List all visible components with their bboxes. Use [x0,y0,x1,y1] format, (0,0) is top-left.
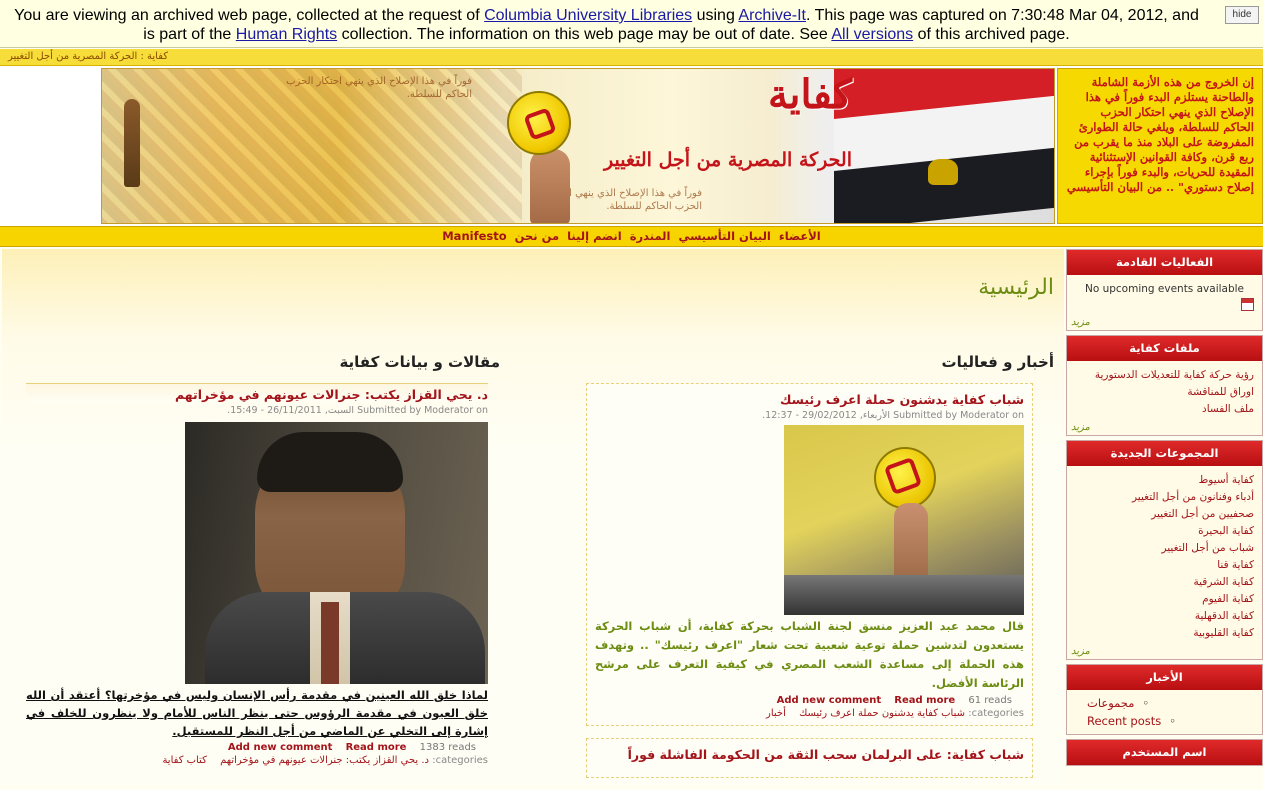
sidebar-link[interactable]: أدباء وفنانون من أجل التغيير [1075,489,1254,506]
all-versions-link[interactable]: All versions [831,26,913,43]
site-logo: كفاية [767,71,852,118]
block-title: الأخبار [1067,665,1262,690]
archive-it-link[interactable]: Archive-It [738,7,806,24]
page-title: الرئيسية [978,275,1054,300]
more-link[interactable]: مزيد [1067,422,1262,435]
login-block: اسم المستخدم [1066,739,1263,766]
groups-block: المجموعات الجديدة كفاية أسيوط أدباء وفنا… [1066,440,1263,660]
more-link[interactable]: مزيد [1067,317,1262,330]
sidebar-link[interactable]: ملف الفساد [1075,401,1254,418]
manifesto-quote: إن الخروج من هذه الأزمة الشاملة والطاحنة… [1057,68,1263,224]
breadcrumb: كفاية : الحركة المصرية من أجل التغيير [0,49,1263,66]
articles-column: د. يحي القزاز يكتب: جنرالات عيونهم في مؤ… [26,383,488,766]
categories-label: categories: [968,708,1024,719]
news-title[interactable]: شباب كفاية يدشنون حملة اعرف رئيسك [595,392,1024,407]
recent-posts-link[interactable]: Recent posts [1087,714,1161,728]
nav-link-members[interactable]: الأعضاء [779,229,821,243]
archive-text: of this archived page. [913,26,1070,43]
category-link[interactable]: أخبار [766,708,786,719]
nav-link-forum[interactable]: المندرة [630,229,671,243]
sidebar-link[interactable]: رؤية حركة كفاية للتعديلات الدستورية [1075,367,1254,384]
sidebar-link[interactable]: كفاية أسيوط [1075,472,1254,489]
more-link[interactable]: مزيد [1067,646,1262,659]
groups-link[interactable]: مجموعات [1087,696,1134,710]
article-photo[interactable] [185,422,488,684]
nav-link-founding-statement[interactable]: البيان التأسيسي [678,229,770,243]
kefaya-badge-icon [507,91,571,155]
banner-faint-text: فوراً في هذا الإصلاح الذي ينهي احتكار ال… [286,76,472,100]
news-photo[interactable] [784,425,1024,615]
sidebar-link[interactable]: كفاية القليوبية [1075,625,1254,642]
sidebar-link[interactable]: كفاية قنا [1075,557,1254,574]
header-banner[interactable]: فوراً في هذا الإصلاح الذي ينهي احتكار ال… [101,68,1055,224]
site-header: فوراً في هذا الإصلاح الذي ينهي احتكار ال… [0,66,1263,226]
archive-text: collection. The information on this web … [337,26,832,43]
read-more-link[interactable]: Read more [894,695,955,706]
archive-text: You are viewing an archived web page, co… [14,7,485,24]
news-column: شباب كفاية يدشنون حملة اعرف رئيسك Submit… [586,383,1033,790]
category-link[interactable]: شباب كفاية يدشنون حملة اعرف رئيسك [799,708,965,719]
block-title: ملفات كفاية [1067,336,1262,361]
news-nav-list: مجموعات Recent posts [1067,690,1262,734]
category-link[interactable]: كتاب كفاية [162,755,206,766]
sidebar-link[interactable]: كفاية الفيوم [1075,591,1254,608]
archive-text: using [692,7,739,24]
files-block: ملفات كفاية رؤية حركة كفاية للتعديلات ال… [1066,335,1263,436]
article-summary: لماذا خلق الله العينين في مقدمة رأس الإن… [26,688,488,738]
news-title[interactable]: شباب كفاية: على البرلمان سحب الثقة من ال… [595,747,1024,762]
hide-button[interactable]: hide [1225,6,1259,24]
raised-hand [530,149,570,223]
article-title[interactable]: د. يحي القزاز يكتب: جنرالات عيونهم في مؤ… [26,383,488,402]
breadcrumb-link[interactable]: كفاية : الحركة المصرية من أجل التغيير [8,51,168,62]
article-links: Add new comment Read more 1383 reads [26,742,488,753]
site-slogan: الحركة المصرية من أجل التغيير [604,149,852,171]
add-comment-link[interactable]: Add new comment [777,695,881,706]
no-events-text: No upcoming events available [1084,283,1245,295]
add-comment-link[interactable]: Add new comment [228,742,332,753]
statue-figure [124,99,140,187]
news-item: شباب كفاية يدشنون حملة اعرف رئيسك Submit… [586,383,1033,726]
sidebar-link[interactable]: كفاية الشرقية [1075,574,1255,591]
archive-notice-bar: You are viewing an archived web page, co… [0,0,1263,48]
calendar-icon[interactable] [1241,298,1254,311]
columbia-link[interactable]: Columbia University Libraries [484,7,692,24]
nav-link-manifesto[interactable]: Manifesto [442,229,506,243]
main-content: الرئيسية أخبار و فعاليات مقالات و بيانات… [2,249,1064,785]
news-meta: Submitted by Moderator on الأربعاء, 29/0… [762,410,1024,421]
sidebar-link[interactable]: كفاية البحيرة [1075,523,1254,540]
right-sidebar: الفعاليات القادمة No upcoming events ava… [1066,249,1263,785]
events-body: No upcoming events available [1067,275,1262,317]
nav-link-about[interactable]: من نحن [515,229,559,243]
files-list: رؤية حركة كفاية للتعديلات الدستورية اورا… [1067,361,1262,422]
events-block: الفعاليات القادمة No upcoming events ava… [1066,249,1263,331]
groups-list: كفاية أسيوط أدباء وفنانون من أجل التغيير… [1067,466,1262,646]
eagle-icon [928,159,958,185]
read-count: 1383 reads [419,742,476,753]
list-item: Recent posts [1087,712,1254,730]
news-heading: أخبار و فعاليات [941,353,1055,371]
sidebar-link[interactable]: صحفيين من أجل التغيير [1075,506,1254,523]
human-rights-link[interactable]: Human Rights [236,26,337,43]
primary-nav: Manifesto الأعضاء البيان التأسيسي المندر… [0,226,1263,247]
article-categories: categories: د. يحي القزاز يكتب: جنرالات … [26,755,488,766]
category-link[interactable]: د. يحي القزاز يكتب: جنرالات عيونهم في مؤ… [220,755,429,766]
sidebar-link[interactable]: شباب من أجل التغيير [1075,540,1254,557]
news-summary: قال محمد عبد العزيز منسق لجنة الشباب بحر… [595,619,1024,690]
block-title: المجموعات الجديدة [1067,441,1262,466]
block-title: اسم المستخدم [1067,740,1262,765]
read-more-link[interactable]: Read more [346,742,407,753]
categories-label: categories: [432,755,488,766]
block-title: الفعاليات القادمة [1067,250,1262,275]
news-item: شباب كفاية: على البرلمان سحب الثقة من ال… [586,738,1033,778]
sidebar-link[interactable]: كفاية الدقهلية [1075,608,1254,625]
news-links: Add new comment Read more 61 reads [595,695,1024,706]
nav-link-join[interactable]: انضم إلينا [567,229,622,243]
news-categories: categories: شباب كفاية يدشنون حملة اعرف … [595,708,1024,719]
sidebar-link[interactable]: اوراق للمناقشة [1075,384,1254,401]
read-count: 61 reads [968,695,1012,706]
list-item: مجموعات [1087,694,1254,712]
article-meta: Submitted by Moderator on السبت, 26/11/2… [227,405,488,416]
articles-heading: مقالات و بيانات كفاية [339,353,500,371]
news-nav-block: الأخبار مجموعات Recent posts [1066,664,1263,735]
